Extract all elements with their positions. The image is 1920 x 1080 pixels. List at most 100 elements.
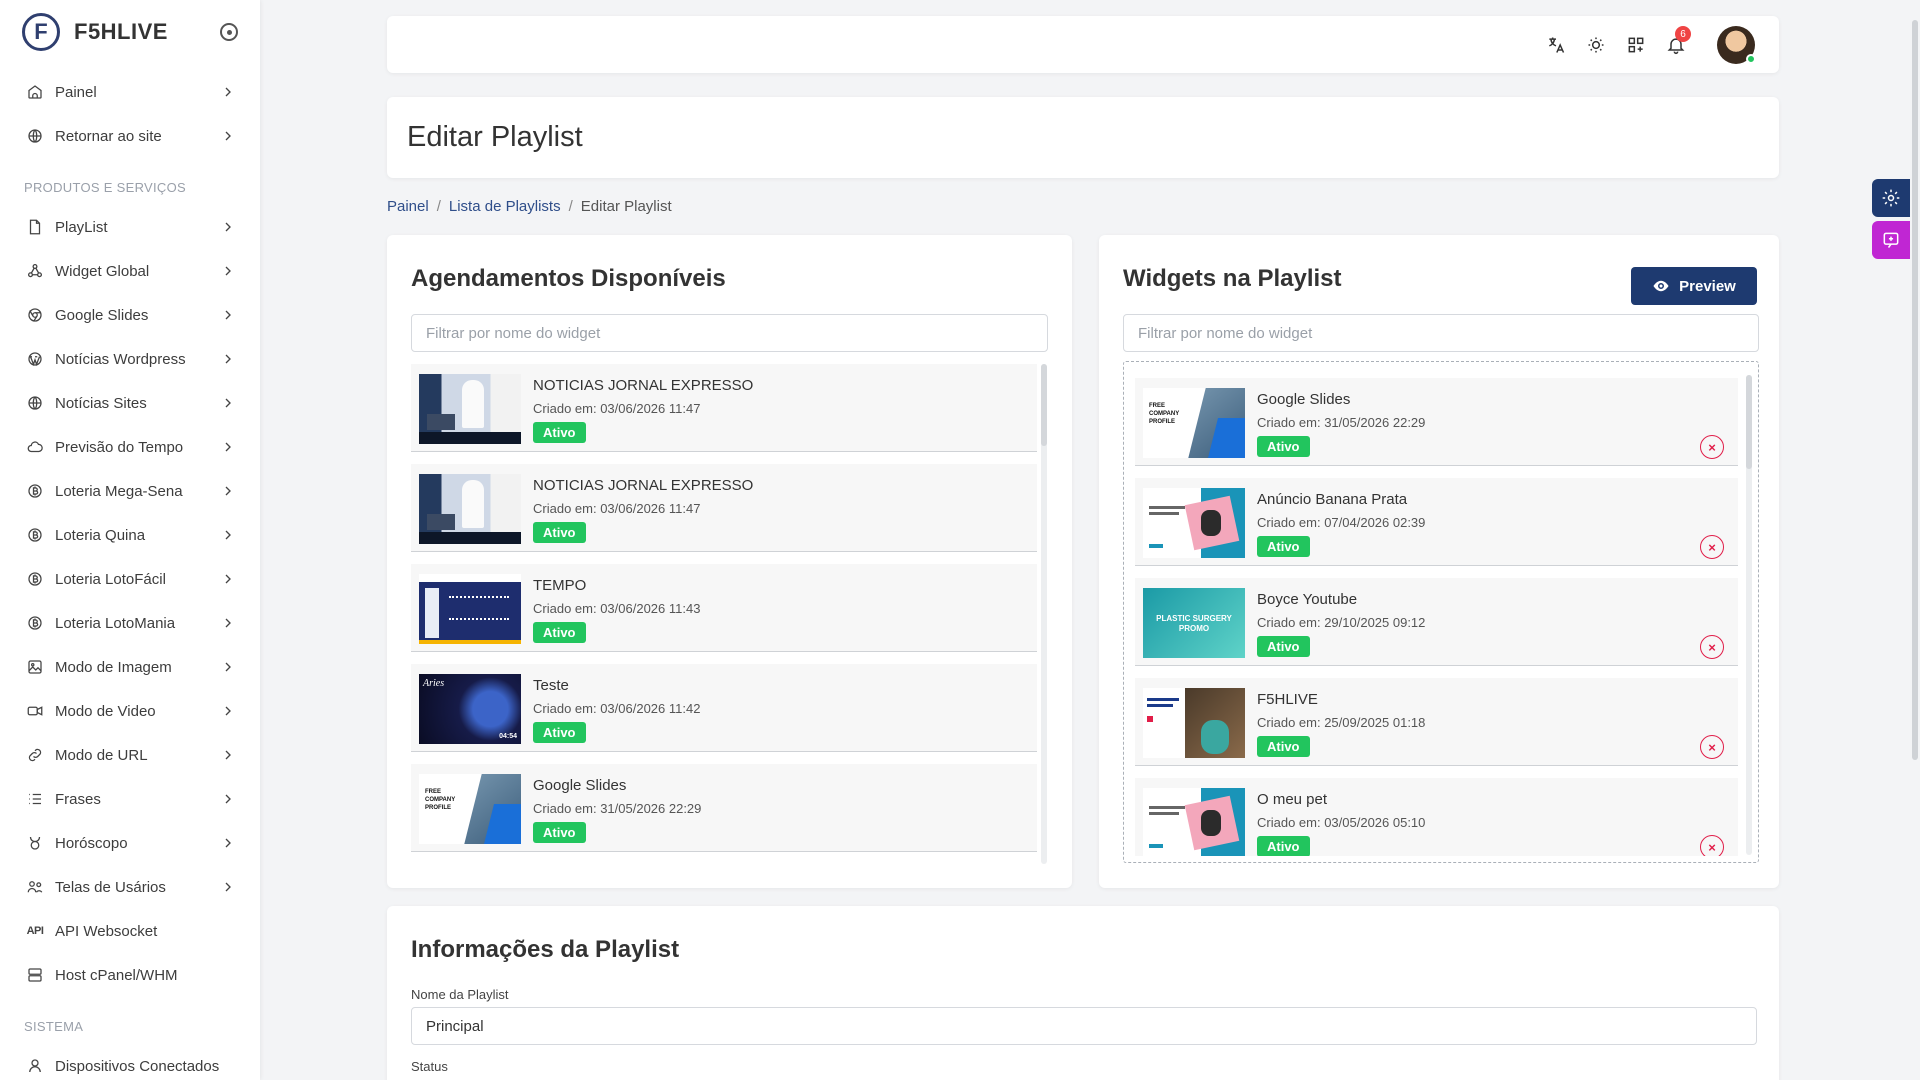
apps-icon[interactable] [1625,34,1647,56]
widget-date: Criado em: 03/06/2026 11:47 [533,401,701,416]
sidebar-item-product[interactable]: Widget Global [0,249,260,293]
available-title: Agendamentos Disponíveis [411,265,726,292]
remove-widget-button[interactable]: × [1700,835,1724,856]
avatar[interactable] [1717,26,1756,64]
sidebar-item-product[interactable]: Loteria LotoMania [0,601,260,645]
link-icon [25,745,45,765]
list-icon [25,789,45,809]
widget-date: Criado em: 31/05/2026 22:29 [1257,415,1426,430]
list-item[interactable]: F5HLIVE Criado em: 25/09/2025 01:18 Ativo × [1135,678,1738,766]
sidebar-item-label: PlayList [55,218,108,236]
chevron-right-icon [220,527,236,543]
sidebar-item-label: Telas de Usários [55,878,166,896]
chevron-right-icon [220,879,236,895]
coin-icon [25,569,45,589]
chevron-right-icon [220,747,236,763]
brand-name[interactable]: F5HLIVE [74,19,168,45]
chat-float-button[interactable] [1872,221,1910,259]
chevron-right-icon [220,439,236,455]
chevron-right-icon [220,351,236,367]
coin-icon [25,525,45,545]
sidebar-item-product[interactable]: Notícias Sites [0,381,260,425]
list-item[interactable]: TEMPO Criado em: 03/06/2026 11:43 Ativo [411,564,1037,652]
sidebar-item-api[interactable]: API API Websocket [0,909,260,953]
chevron-right-icon [220,128,236,144]
sidebar-item-product[interactable]: Google Slides [0,293,260,337]
sidebar-item-product[interactable]: Frases [0,777,260,821]
playlist-filter-input[interactable] [1123,314,1759,352]
playlist-card: Widgets na Playlist Preview FREE COMPANY P… [1099,235,1779,888]
sidebar-item-host[interactable]: Host cPanel/WHM [0,953,260,997]
sidebar-item-product[interactable]: Modo de Imagem [0,645,260,689]
list-item[interactable]: FREE COMPANY PROFILE Google Slides Criado em… [411,764,1037,852]
brand-logo[interactable]: F [22,13,60,51]
widget-thumbnail [419,474,521,544]
globe-icon [25,393,45,413]
widget-title: TEMPO [533,577,587,594]
sidebar-item-painel[interactable]: Painel [0,70,260,114]
thumb-text: PROMO [1178,624,1210,633]
list-item[interactable]: FREE COMPANY PROFILE Google Slides Criado em… [1135,378,1738,466]
bell-icon[interactable]: 6 [1665,26,1691,56]
preview-button[interactable]: Preview [1631,267,1757,305]
thumb-text: FREE [425,789,442,795]
list-item[interactable]: NOTICIAS JORNAL EXPRESSO Criado em: 03/06… [411,364,1037,452]
list-item[interactable]: O meu pet Criado em: 03/05/2026 05:10 Ativ… [1135,778,1738,856]
thumb-text: PROFILE [425,805,452,811]
sidebar-item-product[interactable]: Modo de URL [0,733,260,777]
chevron-right-icon [220,835,236,851]
list-item[interactable]: Aries 04:54 Teste Criado em: 03/06/2026 11:… [411,664,1037,752]
chevron-right-icon [220,615,236,631]
wordpress-icon [25,349,45,369]
available-filter-input[interactable] [411,314,1048,352]
page-title: Editar Playlist [407,121,583,153]
sidebar-item-product[interactable]: Previsão do Tempo [0,425,260,469]
playlist-scrollbar[interactable] [1746,375,1752,855]
sidebar-item-product[interactable]: Notícias Wordpress [0,337,260,381]
remove-widget-button[interactable]: × [1700,635,1724,659]
sidebar-item-label: Previsão do Tempo [55,438,184,456]
chevron-right-icon [220,307,236,323]
remove-widget-button[interactable]: × [1700,535,1724,559]
chrome-icon [25,305,45,325]
sidebar-item-product[interactable]: Horóscopo [0,821,260,865]
available-scrollbar[interactable] [1041,364,1047,864]
sidebar-item-label: Loteria LotoMania [55,614,176,632]
playlist-scroll-thumb[interactable] [1746,375,1752,469]
playlist-name-input[interactable] [411,1007,1757,1045]
video-icon [25,701,45,721]
sidebar-item-label: Notícias Wordpress [55,350,186,368]
widget-thumbnail [1143,688,1245,758]
page-scrollbar[interactable] [1912,20,1918,760]
widget-title: Anúncio Banana Prata [1257,491,1408,508]
breadcrumb: Painel / Lista de Playlists / Editar Pla… [387,198,672,215]
status-badge: Ativo [1257,436,1310,457]
sidebar-item-label: Painel [55,83,97,101]
breadcrumb-list[interactable]: Lista de Playlists [449,198,561,215]
sidebar-item-retornar[interactable]: Retornar ao site [0,114,260,158]
sidebar: F F5HLIVE Painel Retornar ao site PRODUT… [0,0,260,1080]
sidebar-item-product[interactable]: PlayList [0,205,260,249]
widget-date: Criado em: 07/04/2026 02:39 [1257,515,1426,530]
list-item[interactable]: NOTICIAS JORNAL EXPRESSO Criado em: 03/06… [411,464,1037,552]
sidebar-toggle-icon[interactable] [220,23,238,41]
list-item[interactable]: PLASTIC SURGERY PROMO Boyce Youtube Criado … [1135,578,1738,666]
sidebar-item-product[interactable]: Loteria Quina [0,513,260,557]
available-scroll-thumb[interactable] [1041,364,1047,446]
share-icon [25,261,45,281]
breadcrumb-home[interactable]: Painel [387,198,429,215]
section-system: SISTEMA [24,1019,84,1034]
remove-widget-button[interactable]: × [1700,435,1724,459]
notification-badge: 6 [1675,26,1691,42]
settings-float-button[interactable] [1872,179,1910,217]
sidebar-item-product[interactable]: Telas de Usários [0,865,260,909]
sun-icon[interactable] [1585,34,1607,56]
remove-widget-button[interactable]: × [1700,735,1724,759]
sidebar-item-dispositivos[interactable]: Dispositivos Conectados [0,1044,260,1080]
sidebar-item-product[interactable]: Loteria LotoFácil [0,557,260,601]
list-item[interactable]: Anúncio Banana Prata Criado em: 07/04/202… [1135,478,1738,566]
status-badge: Ativo [533,822,586,843]
translate-icon[interactable] [1545,34,1567,56]
sidebar-item-product[interactable]: Modo de Video [0,689,260,733]
sidebar-item-product[interactable]: Loteria Mega-Sena [0,469,260,513]
